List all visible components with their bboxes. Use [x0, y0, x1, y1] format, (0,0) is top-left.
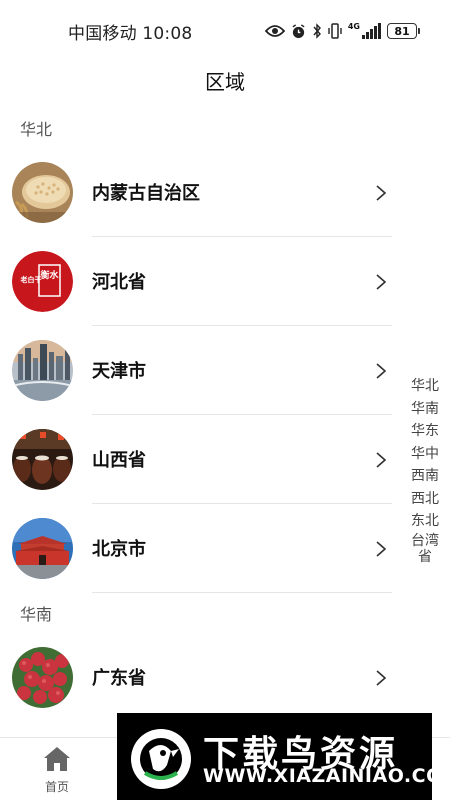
region-label: 天津市: [92, 361, 146, 382]
chevron-right-icon: [376, 670, 387, 686]
battery-level: 81: [387, 23, 417, 39]
chevron-right-icon: [376, 452, 387, 468]
list-item[interactable]: 衡水 老白干 河北省: [0, 237, 392, 326]
index-item-huanan[interactable]: 华南: [411, 398, 439, 421]
battery-icon: 81: [387, 23, 420, 39]
list-item[interactable]: 山西省: [0, 415, 392, 504]
carrier-time: 中国移动 10:08: [68, 24, 193, 44]
section-header-huabei: 华北: [20, 120, 53, 139]
alarm-icon: [292, 23, 305, 38]
chevron-right-icon: [376, 363, 387, 379]
city-skyline-thumbnail: [12, 340, 73, 401]
index-item-taiwan[interactable]: 台湾省: [411, 533, 439, 565]
region-label: 山西省: [92, 450, 146, 471]
index-item-xibei[interactable]: 西北: [411, 488, 439, 511]
region-index-bar: 华北 华南 华东 华中 西南 西北 东北 台湾省: [405, 375, 445, 565]
index-item-huadong[interactable]: 华东: [411, 420, 439, 443]
list-item[interactable]: 天津市: [0, 326, 392, 415]
list-item[interactable]: 广东省: [0, 633, 392, 722]
badge-text-side: 老白干: [20, 275, 42, 284]
chevron-right-icon: [376, 185, 387, 201]
nav-home-label: 首页: [44, 780, 69, 794]
hengshui-logo-thumbnail: 衡水 老白干: [12, 251, 73, 312]
region-label: 广东省: [92, 668, 146, 689]
watermark-banner: 下载鸟资源 WWW.XIAZAINIAO.COM: [117, 713, 450, 800]
chevron-right-icon: [376, 274, 387, 290]
region-list: 华北 内蒙古自治区 衡水 老白干 河北省 天津市 山西省 北京市 华南 广东省: [0, 108, 392, 722]
region-label: 河北省: [92, 272, 146, 293]
index-item-huazhong[interactable]: 华中: [411, 443, 439, 466]
eye-icon: [264, 25, 285, 37]
section-header-huanan: 华南: [20, 605, 53, 624]
list-item[interactable]: 北京市: [0, 504, 392, 593]
vibrate-icon: [328, 23, 342, 39]
status-icons: 4G 81: [264, 20, 420, 42]
index-item-xinan[interactable]: 西南: [411, 465, 439, 488]
page-title: 区域: [205, 70, 245, 94]
nav-home-button[interactable]: 首页: [30, 746, 84, 795]
bluetooth-icon: [313, 23, 321, 39]
index-item-huabei[interactable]: 华北: [411, 375, 439, 398]
status-bar: 中国移动 10:08 4G 81: [0, 0, 450, 60]
signal-icon: 4G: [348, 23, 381, 39]
grain-thumbnail: [12, 162, 73, 223]
region-label: 内蒙古自治区: [92, 183, 200, 204]
watermark-url: WWW.XIAZAINIAO.COM: [203, 765, 450, 787]
badge-text-top: 衡水: [40, 269, 59, 281]
bird-logo-icon: [131, 729, 191, 789]
list-item[interactable]: 内蒙古自治区: [0, 148, 392, 237]
network-type: 4G: [347, 22, 360, 31]
tiananmen-thumbnail: [12, 518, 73, 579]
region-label: 北京市: [92, 539, 146, 560]
home-icon: [44, 747, 70, 771]
divider: [92, 592, 392, 593]
lychee-thumbnail: [12, 647, 73, 708]
chevron-right-icon: [376, 541, 387, 557]
vinegar-jars-thumbnail: [12, 429, 73, 490]
index-item-dongbei[interactable]: 东北: [411, 510, 439, 533]
